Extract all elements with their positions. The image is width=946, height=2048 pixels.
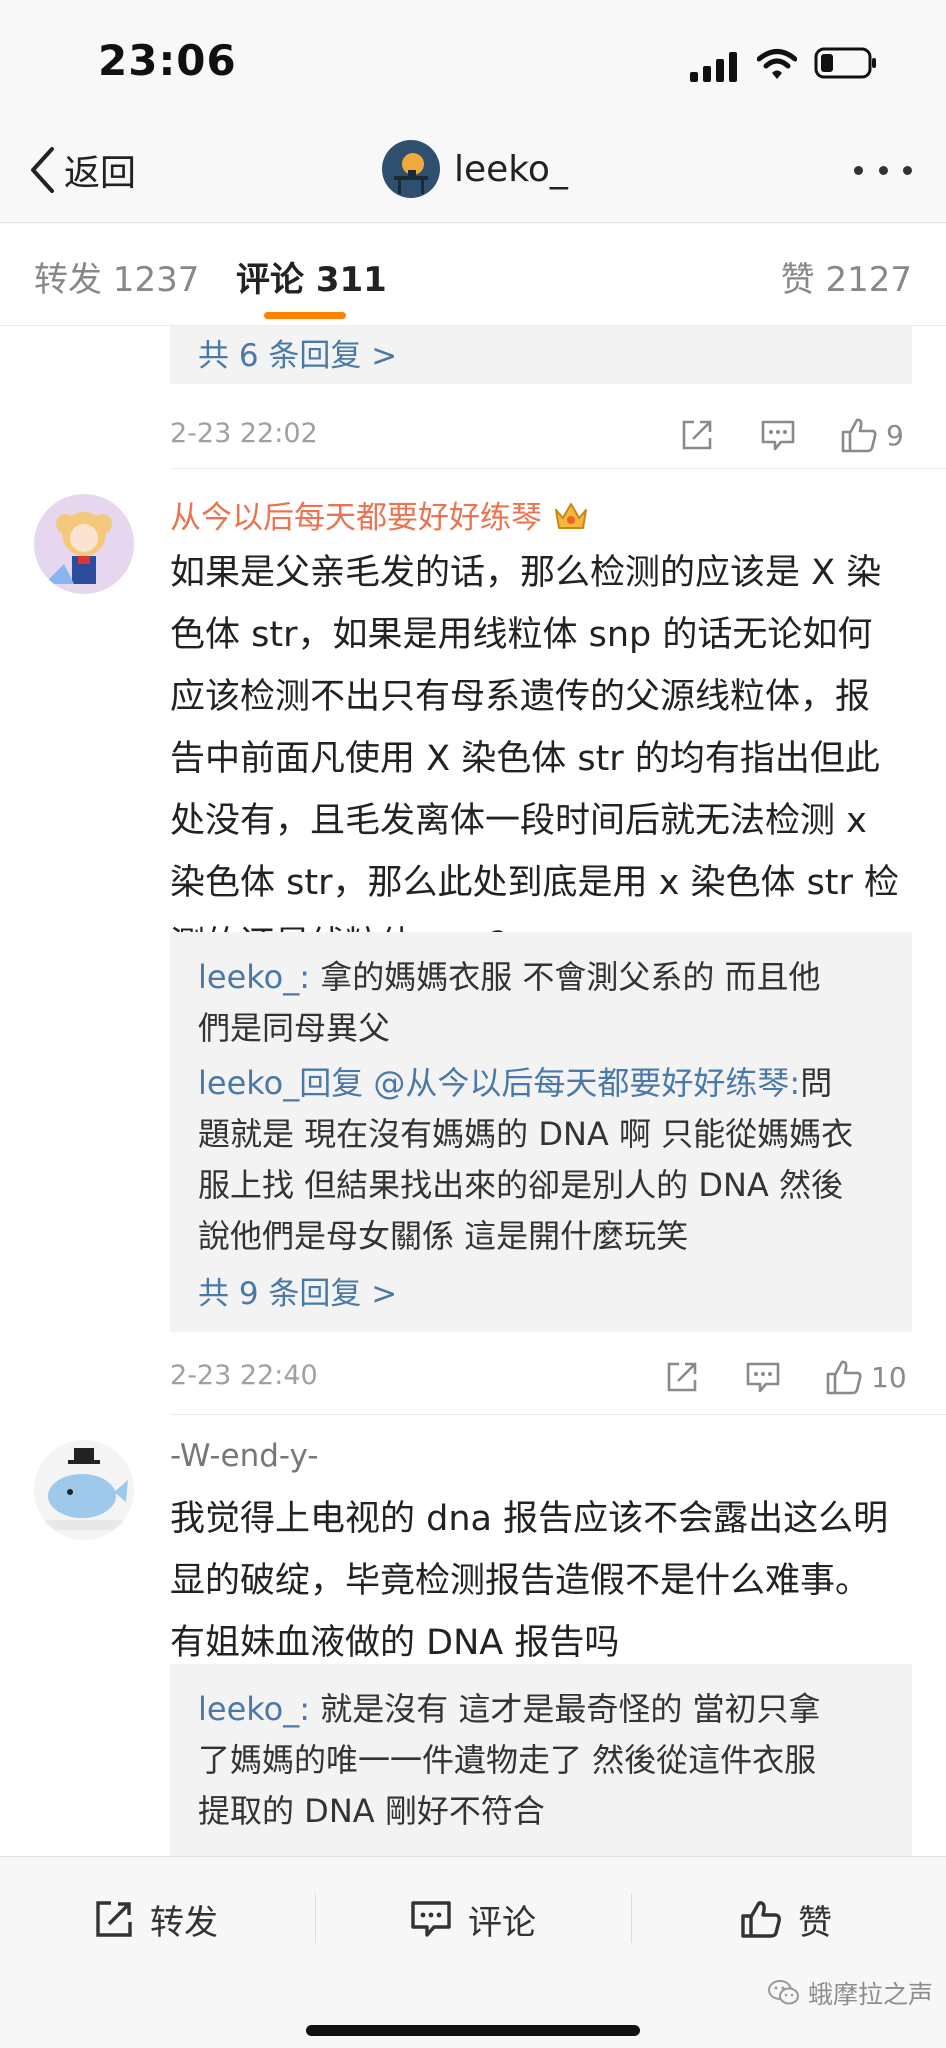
repost-label: 转发 bbox=[150, 1902, 218, 1943]
wifi-icon bbox=[757, 49, 797, 79]
comment-button[interactable]: 评论 bbox=[410, 1891, 536, 1947]
view-replies-link[interactable]: 共 6 条回复 > bbox=[198, 330, 397, 375]
divider bbox=[170, 468, 946, 469]
repost-comment-button[interactable] bbox=[680, 410, 714, 460]
back-label: 返回 bbox=[64, 153, 137, 194]
reply-box: leeko_: 就是沒有 這才是最奇怪的 當初只拿 了媽媽的唯一一件遺物走了 然… bbox=[170, 1664, 912, 1856]
active-tab-indicator bbox=[264, 312, 346, 319]
cellular-signal-icon bbox=[690, 52, 737, 82]
reply-box: leeko_: 拿的媽媽衣服 不會測父系的 而且他 們是同母異父 leeko_回… bbox=[170, 932, 912, 1332]
reply-line: 題就是 現在沒有媽媽的 DNA 啊 只能從媽媽衣 bbox=[198, 1115, 854, 1153]
tabs-bar: 转发 1237 评论 311 赞 2127 bbox=[0, 224, 946, 326]
dot-icon bbox=[878, 165, 888, 175]
comment-line: 染色体 str，那么此处到底是用 x 染色体 str 检 bbox=[170, 863, 900, 903]
comment-icon bbox=[761, 420, 795, 451]
battery-icon bbox=[814, 47, 876, 79]
watermark-text: 蛾摩拉之声 bbox=[808, 1980, 934, 2009]
like-comment-button[interactable]: 9 bbox=[840, 410, 904, 460]
tab-comments[interactable]: 评论 311 bbox=[236, 252, 387, 301]
tab-likes[interactable]: 赞 2127 bbox=[781, 252, 912, 301]
commenter-avatar[interactable] bbox=[34, 1440, 134, 1540]
reply-text: 就是沒有 這才是最奇怪的 當初只拿 bbox=[310, 1690, 821, 1728]
user-avatar[interactable] bbox=[382, 140, 440, 198]
comment-line: 如果是父亲毛发的话，那么检测的应该是 X 染 bbox=[170, 553, 882, 593]
comment-line: 我觉得上电视的 dna 报告应该不会露出这么明 bbox=[170, 1499, 889, 1539]
reply-text: 拿的媽媽衣服 不會測父系的 而且他 bbox=[310, 958, 821, 996]
wechat-icon bbox=[768, 1980, 799, 2005]
separator bbox=[315, 1893, 316, 1943]
reply-user[interactable]: leeko_回复 @从今以后每天都要好好练琴: bbox=[198, 1064, 800, 1102]
chevron-left-icon bbox=[31, 147, 54, 193]
commenter-avatar[interactable] bbox=[34, 494, 134, 594]
nav-bar: 返回 leeko_ bbox=[0, 120, 946, 223]
thumbs-up-icon bbox=[741, 1901, 781, 1938]
share-icon bbox=[96, 1901, 132, 1937]
comment-label: 评论 bbox=[468, 1902, 536, 1943]
bottom-action-bar: 转发 评论 赞 蛾摩拉之声 bbox=[0, 1856, 946, 2048]
dot-icon bbox=[854, 165, 863, 175]
view-replies-link[interactable]: 共 9 条回复 > bbox=[198, 1268, 884, 1313]
like-label: 赞 bbox=[798, 1902, 832, 1943]
reply-item[interactable]: leeko_: 拿的媽媽衣服 不會測父系的 而且他 bbox=[198, 952, 884, 1003]
back-button[interactable]: 返回 bbox=[28, 142, 136, 198]
comment-time: 2-23 22:40 bbox=[170, 1360, 318, 1391]
reply-box: 共 6 条回复 > bbox=[170, 326, 912, 384]
home-indicator[interactable] bbox=[306, 2025, 640, 2036]
comment-icon bbox=[411, 1901, 451, 1937]
reply-comment-button[interactable] bbox=[745, 1352, 781, 1402]
thumbs-up-icon bbox=[826, 1360, 862, 1395]
comment-time: 2-23 22:02 bbox=[170, 418, 318, 449]
share-icon bbox=[667, 1362, 697, 1392]
divider bbox=[170, 1414, 946, 1415]
reply-line: 們是同母異父 bbox=[198, 1009, 391, 1047]
author-name-text: 从今以后每天都要好好练琴 bbox=[170, 500, 542, 536]
like-count: 9 bbox=[886, 418, 904, 452]
reply-line: 了媽媽的唯一一件遺物走了 然後從這件衣服 bbox=[198, 1741, 817, 1779]
crown-icon bbox=[555, 502, 587, 529]
comment-line: 显的破绽，毕竟检测报告造假不是什么难事。 bbox=[170, 1561, 871, 1601]
user-header[interactable]: leeko_ bbox=[382, 140, 568, 198]
watermark: 蛾摩拉之声 bbox=[768, 1975, 933, 2011]
reply-item[interactable]: leeko_: 就是沒有 這才是最奇怪的 當初只拿 bbox=[198, 1684, 884, 1735]
separator bbox=[631, 1893, 632, 1943]
comment-feed[interactable]: 共 6 条回复 > 2-23 22:02 9 从今以后每天都要好好练琴 如果是父… bbox=[0, 326, 946, 1856]
repost-comment-button[interactable] bbox=[665, 1352, 699, 1402]
comment-author[interactable]: -W-end-y- bbox=[170, 1438, 319, 1474]
comment-meta: 2-23 22:40 10 bbox=[170, 1352, 912, 1402]
tab-reposts[interactable]: 转发 1237 bbox=[34, 252, 199, 301]
comment-body: 我觉得上电视的 dna 报告应该不会露出这么明 显的破绽，毕竟检测报告造假不是什… bbox=[170, 1488, 930, 1674]
more-options-button[interactable] bbox=[854, 150, 912, 190]
like-count: 10 bbox=[871, 1360, 907, 1394]
nav-username: leeko_ bbox=[454, 148, 568, 190]
reply-line: 說他們是母女關係 這是開什麼玩笑 bbox=[198, 1217, 689, 1255]
comment-meta: 2-23 22:02 9 bbox=[170, 410, 912, 460]
comment-line: 处没有，且毛发离体一段时间后就无法检测 x bbox=[170, 801, 867, 841]
comment-icon bbox=[746, 1362, 780, 1393]
status-time: 23:06 bbox=[98, 36, 237, 85]
thumbs-up-icon bbox=[841, 418, 877, 453]
like-comment-button[interactable]: 10 bbox=[825, 1352, 907, 1402]
reply-text: 問 bbox=[800, 1064, 833, 1102]
comment-line: 色体 str，如果是用线粒体 snp 的话无论如何 bbox=[170, 615, 873, 655]
reply-item[interactable]: leeko_回复 @从今以后每天都要好好练琴:問 bbox=[198, 1058, 884, 1109]
reply-line: 提取的 DNA 剛好不符合 bbox=[198, 1792, 545, 1830]
status-bar: 23:06 bbox=[0, 0, 946, 120]
comment-author[interactable]: 从今以后每天都要好好练琴 bbox=[170, 492, 590, 537]
reply-comment-button[interactable] bbox=[760, 410, 796, 460]
dot-icon bbox=[903, 165, 912, 175]
reply-user[interactable]: leeko_: bbox=[198, 1690, 310, 1728]
reply-line: 服上找 但結果找出來的卻是別人的 DNA 然後 bbox=[198, 1166, 843, 1204]
like-button[interactable]: 赞 bbox=[740, 1891, 832, 1947]
comment-line: 告中前面凡使用 X 染色体 str 的均有指出但此 bbox=[170, 739, 880, 779]
share-icon bbox=[682, 420, 712, 450]
comment-line: 应该检测不出只有母系遗传的父源线粒体，报 bbox=[170, 677, 871, 717]
reply-user[interactable]: leeko_: bbox=[198, 958, 310, 996]
repost-button[interactable]: 转发 bbox=[94, 1891, 218, 1947]
comment-body: 如果是父亲毛发的话，那么检测的应该是 X 染 色体 str，如果是用线粒体 sn… bbox=[170, 542, 930, 976]
